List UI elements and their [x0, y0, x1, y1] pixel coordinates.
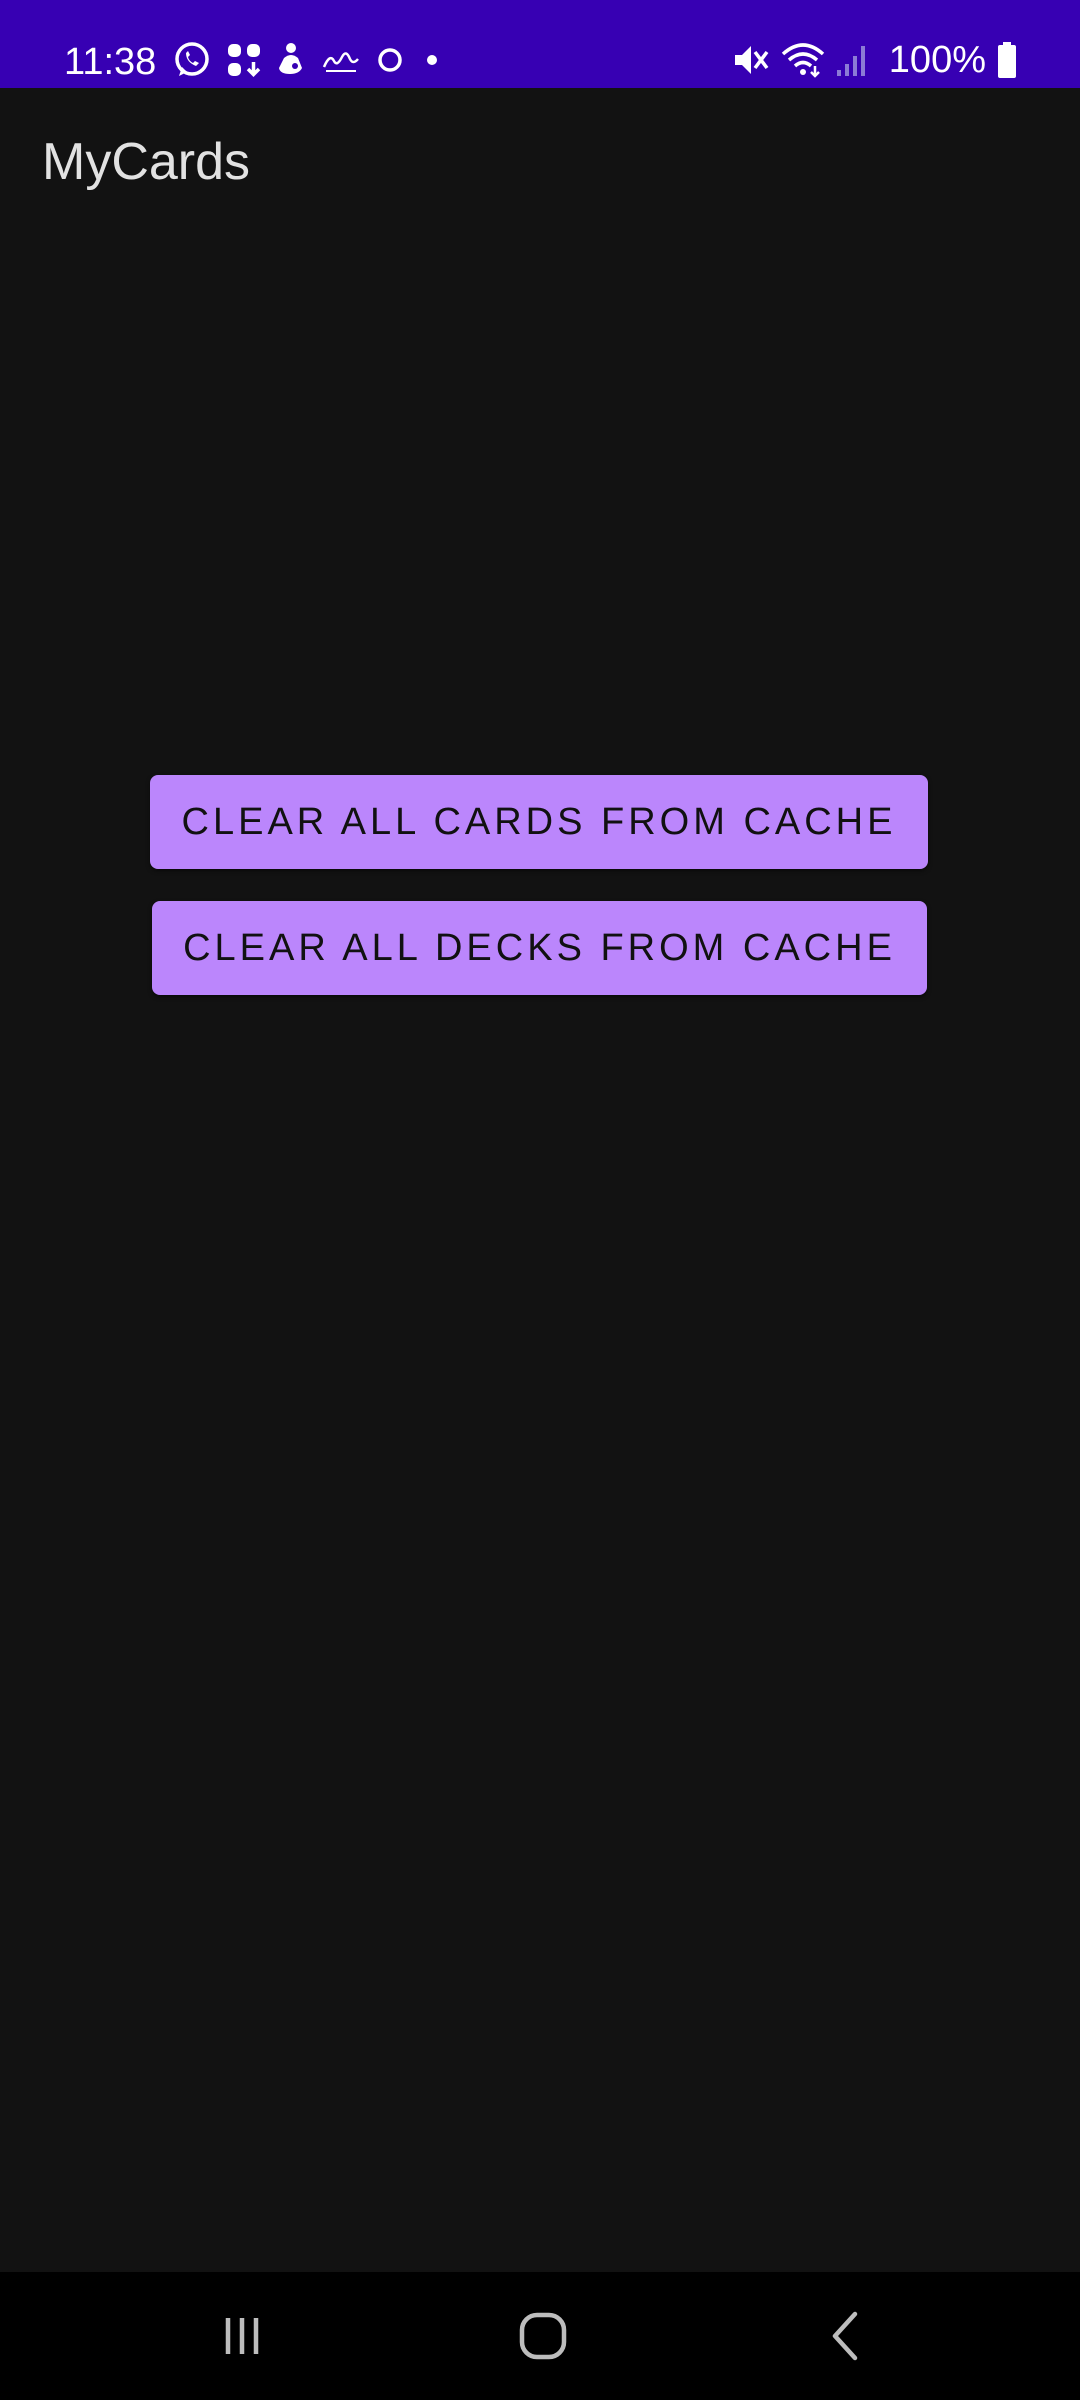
circle-icon	[378, 48, 402, 72]
clear-decks-button[interactable]: CLEAR ALL DECKS FROM CACHE	[152, 901, 927, 995]
app-title: MyCards	[42, 133, 251, 191]
mute-icon	[734, 46, 769, 74]
home-button[interactable]	[483, 2294, 603, 2378]
app-grid-icon	[228, 44, 261, 77]
system-icons: 100%	[721, 38, 1018, 82]
person-icon	[279, 43, 302, 74]
navigation-bar	[0, 2272, 1080, 2400]
app-bar: MyCards	[0, 88, 1080, 236]
home-icon	[519, 2312, 567, 2360]
clear-cards-button[interactable]: CLEAR ALL CARDS FROM CACHE	[150, 775, 928, 869]
status-bar: 11:38 100%	[0, 0, 1080, 88]
battery-percent: 100%	[888, 39, 986, 81]
signal-icon	[836, 46, 865, 76]
scribble-icon	[322, 52, 359, 72]
status-time: 11:38	[64, 41, 157, 83]
recents-button[interactable]	[182, 2294, 302, 2378]
back-icon	[832, 2311, 858, 2361]
dot-icon	[427, 55, 437, 65]
notification-icons	[172, 38, 458, 82]
whatsapp-icon	[175, 42, 209, 76]
wifi-icon	[781, 43, 824, 78]
recents-icon	[225, 2318, 259, 2354]
back-button[interactable]	[785, 2294, 905, 2378]
battery-icon	[998, 42, 1016, 78]
